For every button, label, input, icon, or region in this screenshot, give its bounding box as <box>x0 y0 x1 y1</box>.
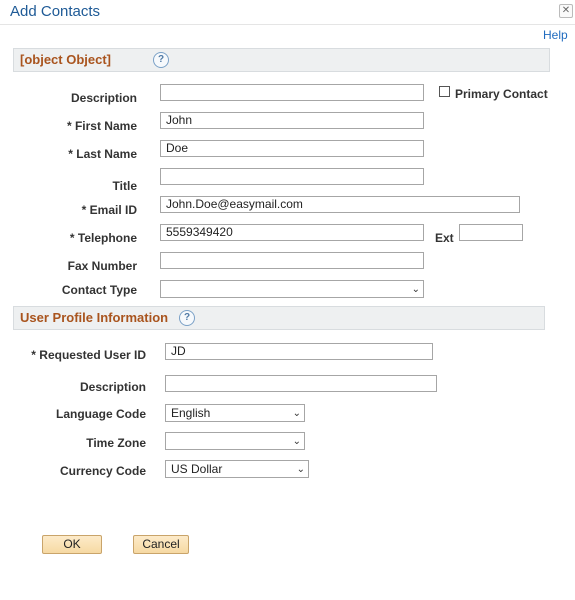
help-question-icon[interactable]: ? <box>153 52 169 68</box>
contact-information-header: [object Object] ? <box>13 48 550 72</box>
chevron-down-icon: ⌄ <box>292 436 301 447</box>
language-code-select[interactable]: English ⌄ <box>165 404 305 422</box>
fax-number-label: Fax Number <box>67 259 137 273</box>
last-name-label: * Last Name <box>68 147 137 161</box>
primary-contact-label: Primary Contact <box>455 87 548 101</box>
time-zone-select[interactable]: ⌄ <box>165 432 305 450</box>
email-field[interactable]: John.Doe@easymail.com <box>160 196 520 213</box>
help-link[interactable]: Help <box>543 28 568 42</box>
ext-field[interactable] <box>459 224 523 241</box>
currency-code-value: US Dollar <box>171 462 223 476</box>
requested-user-id-label: * Requested User ID <box>31 348 146 362</box>
fax-number-field[interactable] <box>160 252 424 269</box>
chevron-down-icon: ⌄ <box>292 408 301 419</box>
language-code-value: English <box>171 406 211 420</box>
requested-user-id-field[interactable]: JD <box>165 343 433 360</box>
add-contacts-dialog: Add Contacts ✕ Help [object Object] ? De… <box>0 0 575 600</box>
time-zone-label: Time Zone <box>86 436 146 450</box>
primary-contact-checkbox[interactable] <box>439 86 450 97</box>
currency-code-select[interactable]: US Dollar ⌄ <box>165 460 309 478</box>
email-label: * Email ID <box>81 203 137 217</box>
help-question-icon[interactable]: ? <box>179 310 195 326</box>
contact-type-select[interactable]: ⌄ <box>160 280 424 298</box>
title-bar: Add Contacts ✕ <box>0 0 575 25</box>
chevron-down-icon: ⌄ <box>411 284 420 295</box>
telephone-label: * Telephone <box>69 231 137 245</box>
first-name-field[interactable]: John <box>160 112 424 129</box>
section-title: User Profile Information <box>20 310 169 325</box>
dialog-title: Add Contacts <box>10 3 101 20</box>
description-field[interactable] <box>160 84 424 101</box>
profile-description-field[interactable] <box>165 375 437 392</box>
first-name-label: * First Name <box>66 119 137 133</box>
language-code-label: Language Code <box>55 407 146 421</box>
contact-type-label: Contact Type <box>61 283 137 297</box>
cancel-button[interactable]: Cancel <box>133 535 189 554</box>
telephone-field[interactable]: 5559349420 <box>160 224 424 241</box>
close-icon[interactable]: ✕ <box>559 4 573 18</box>
chevron-down-icon: ⌄ <box>296 464 305 475</box>
description-label: Description <box>70 91 137 105</box>
title-label: Title <box>112 179 137 193</box>
profile-description-label: Description <box>79 380 146 394</box>
user-profile-information-header: User Profile Information ? <box>13 306 545 330</box>
section-title: [object Object] <box>20 52 112 67</box>
title-field[interactable] <box>160 168 424 185</box>
ok-button[interactable]: OK <box>42 535 102 554</box>
currency-code-label: Currency Code <box>59 464 146 478</box>
ext-label: Ext <box>435 231 454 245</box>
last-name-field[interactable]: Doe <box>160 140 424 157</box>
